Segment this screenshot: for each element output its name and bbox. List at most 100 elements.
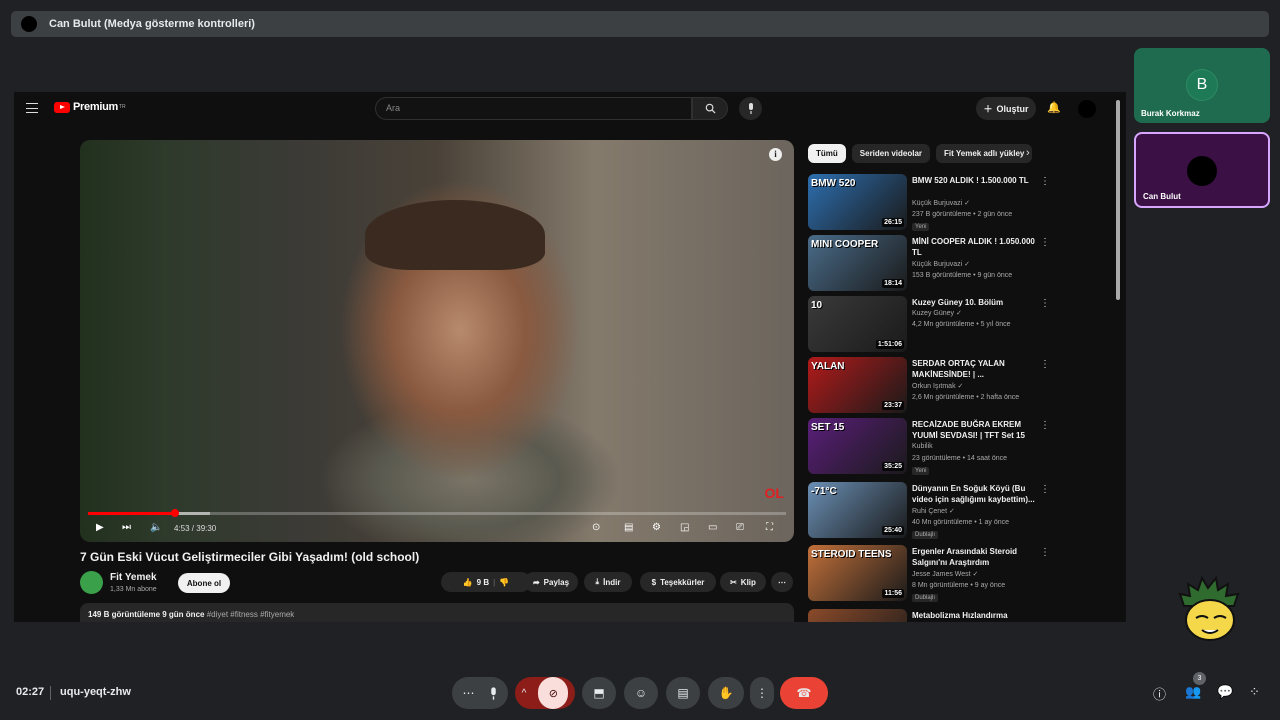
- subscribe-button[interactable]: Abone ol: [178, 573, 230, 593]
- progress-bar[interactable]: [88, 509, 786, 517]
- people-icon[interactable]: 👥: [1185, 684, 1201, 700]
- more-vert-icon[interactable]: ⋮: [1040, 298, 1050, 309]
- mic-icon[interactable]: [489, 686, 498, 700]
- download-button[interactable]: ⤓ İndir: [584, 572, 632, 592]
- recommendation-channel[interactable]: Kuzey Güney ✓: [912, 309, 962, 317]
- more-vert-icon[interactable]: ⋮: [1040, 176, 1050, 187]
- notifications-bell-icon[interactable]: 🔔: [1047, 101, 1061, 114]
- search-icon: [705, 103, 716, 114]
- video-thumbnail[interactable]: MINI COOPER 18:14: [808, 235, 907, 291]
- recommendation-title[interactable]: Kuzey Güney 10. Bölüm: [912, 297, 1036, 308]
- description-box[interactable]: 149 B görüntüleme 9 gün önce #diyet #fit…: [80, 603, 794, 622]
- miniplayer-icon[interactable]: ◲: [680, 522, 689, 533]
- account-avatar[interactable]: [1078, 100, 1096, 118]
- present-screen-button[interactable]: ⬒: [582, 677, 616, 709]
- reactions-button[interactable]: ☺: [624, 677, 658, 709]
- channel-name[interactable]: Fit Yemek: [110, 572, 157, 583]
- recommendation-channel[interactable]: Orkun Işıtmak ✓: [912, 382, 963, 390]
- voice-search-button[interactable]: [739, 97, 762, 120]
- recommendation-channel[interactable]: Jesse James West ✓: [912, 570, 978, 578]
- recommendation-title[interactable]: SERDAR ORTAÇ YALAN MAKİNESİNDE! | ...: [912, 358, 1036, 380]
- share-button[interactable]: ➦ Paylaş: [524, 572, 578, 592]
- more-vert-icon[interactable]: ⋮: [1040, 484, 1050, 495]
- player-controls: ▶ ⏭ 🔈 4:53 / 39:30 ⊙ ▤ ⚙ ◲ ▭ ⎚ ⛶: [80, 518, 794, 540]
- video-thumbnail[interactable]: YALAN 23:37: [808, 357, 907, 413]
- progress-scrubber[interactable]: [170, 509, 179, 517]
- video-thumbnail[interactable]: SET 15 35:25: [808, 418, 907, 474]
- more-vert-icon[interactable]: ⋮: [1040, 359, 1050, 370]
- chip-series[interactable]: Seriden videolar: [851, 144, 931, 163]
- description-tags[interactable]: #diyet #fitness #fityemek: [207, 610, 295, 619]
- recommendation-title[interactable]: MİNİ COOPER ALDIK ! 1.050.000 TL: [912, 236, 1036, 258]
- subtitles-icon[interactable]: ▤: [624, 522, 633, 533]
- thanks-button[interactable]: $ Teşekkürler: [640, 572, 716, 592]
- more-vert-icon[interactable]: ⋮: [1040, 547, 1050, 558]
- recommendation-title[interactable]: RECAİZADE BUĞRA EKREM YUUMİ SEVDASI! | T…: [912, 419, 1036, 441]
- play-icon[interactable]: ▶: [96, 522, 104, 533]
- recommendation-title[interactable]: Dünyanın En Soğuk Köyü (Bu video için sa…: [912, 483, 1036, 505]
- more-vert-icon[interactable]: ⋮: [1040, 420, 1050, 431]
- video-thumbnail[interactable]: [808, 609, 907, 622]
- recommendation-item[interactable]: -71°C 25:40 Dünyanın En Soğuk Köyü (Bu vid…: [808, 482, 1108, 540]
- video-thumbnail[interactable]: STEROID TEENS 11:56: [808, 545, 907, 601]
- recommendation-item[interactable]: MINI COOPER 18:14 MİNİ COOPER ALDIK ! 1.05…: [808, 235, 1108, 293]
- more-vert-icon[interactable]: ⋮: [1040, 237, 1050, 248]
- theater-mode-icon[interactable]: ▭: [708, 522, 717, 533]
- volume-icon[interactable]: 🔈: [150, 522, 162, 533]
- captions-button[interactable]: ▤: [666, 677, 700, 709]
- dislike-icon[interactable]: 👎: [499, 578, 509, 587]
- info-icon[interactable]: i: [769, 148, 782, 161]
- activities-grid-icon[interactable]: ⁘: [1249, 684, 1260, 700]
- autoplay-toggle-icon[interactable]: ⊙: [592, 522, 600, 533]
- camera-off-icon[interactable]: ⊘: [538, 677, 569, 709]
- participant-tile[interactable]: B Burak Korkmaz: [1134, 48, 1270, 123]
- page-scrollbar[interactable]: [1116, 100, 1120, 300]
- recommendation-item[interactable]: YALAN 23:37 SERDAR ORTAÇ YALAN MAKİNESİNDE…: [808, 357, 1108, 415]
- settings-gear-icon[interactable]: ⚙: [652, 522, 661, 533]
- recommendation-title[interactable]: Metabolizma Hızlandırma: [912, 610, 1036, 621]
- chevron-right-icon[interactable]: ›: [1026, 147, 1030, 159]
- fullscreen-icon[interactable]: ⛶: [766, 522, 773, 533]
- video-thumbnail[interactable]: 10 1:51:06: [808, 296, 907, 352]
- search-input[interactable]: Ara: [375, 97, 692, 120]
- recommendation-channel[interactable]: Kubilik: [912, 443, 933, 450]
- participant-tile-active[interactable]: Can Bulut: [1134, 132, 1270, 208]
- menu-icon[interactable]: [26, 103, 38, 113]
- recommendation-channel[interactable]: Küçük Burjuvazi ✓: [912, 260, 970, 268]
- leave-call-button[interactable]: ☎: [780, 677, 828, 709]
- mic-control-group[interactable]: ⋯: [452, 677, 508, 709]
- camera-control-group[interactable]: ^ ⊘: [515, 677, 575, 709]
- meeting-code[interactable]: uqu-yeqt-zhw: [60, 686, 131, 698]
- recommendation-item[interactable]: Metabolizma Hızlandırma: [808, 609, 1108, 622]
- chat-icon[interactable]: 💬: [1217, 684, 1233, 700]
- search-button[interactable]: [692, 97, 728, 120]
- raise-hand-button[interactable]: ✋: [708, 677, 744, 709]
- like-icon[interactable]: 👍: [463, 578, 473, 587]
- video-player[interactable]: i OL ▶ ⏭ 🔈 4:53 / 39:30 ⊙ ▤ ⚙ ◲ ▭ ⎚ ⛶: [80, 140, 794, 542]
- chevron-up-icon[interactable]: ^: [522, 688, 527, 699]
- chip-all[interactable]: Tümü: [808, 144, 846, 163]
- meeting-info-icon[interactable]: ⓘ: [1153, 684, 1166, 703]
- more-audio-icon[interactable]: ⋯: [463, 686, 475, 700]
- youtube-logo[interactable]: Premium TR: [54, 101, 126, 113]
- recommendation-channel[interactable]: Ruhi Çenet ✓: [912, 507, 955, 515]
- chip-uploader[interactable]: Fit Yemek adlı yükley: [936, 144, 1033, 163]
- recommendation-item[interactable]: 10 1:51:06 Kuzey Güney 10. Bölüm Kuzey Güne…: [808, 296, 1108, 354]
- channel-avatar[interactable]: [80, 571, 103, 594]
- video-thumbnail[interactable]: -71°C 25:40: [808, 482, 907, 538]
- recommendation-item[interactable]: STEROID TEENS 11:56 Ergenler Arasındaki St…: [808, 545, 1108, 603]
- create-button[interactable]: ＋ Oluştur: [976, 97, 1036, 120]
- recommendation-title[interactable]: Ergenler Arasındaki Steroid Salgını'nı A…: [912, 546, 1036, 568]
- video-thumbnail[interactable]: BMW 520 26:15: [808, 174, 907, 230]
- more-actions-button[interactable]: ⋯: [771, 572, 793, 592]
- more-options-button[interactable]: ⋮: [750, 677, 774, 709]
- next-icon[interactable]: ⏭: [122, 522, 131, 533]
- recommendation-channel[interactable]: Küçük Burjuvazi ✓: [912, 199, 970, 207]
- recommendation-title[interactable]: BMW 520 ALDIK ! 1.500.000 TL: [912, 175, 1036, 186]
- cast-icon[interactable]: ⎚: [736, 522, 744, 533]
- description-stats: 149 B görüntüleme 9 gün önce: [88, 610, 205, 619]
- recommendation-item[interactable]: SET 15 35:25 RECAİZADE BUĞRA EKREM YUUMİ S…: [808, 418, 1108, 476]
- presenter-bar[interactable]: Can Bulut (Medya gösterme kontrolleri): [11, 11, 1269, 37]
- recommendation-item[interactable]: BMW 520 26:15 BMW 520 ALDIK ! 1.500.000 TL…: [808, 174, 1108, 232]
- clip-button[interactable]: ✂ Klip: [720, 572, 766, 592]
